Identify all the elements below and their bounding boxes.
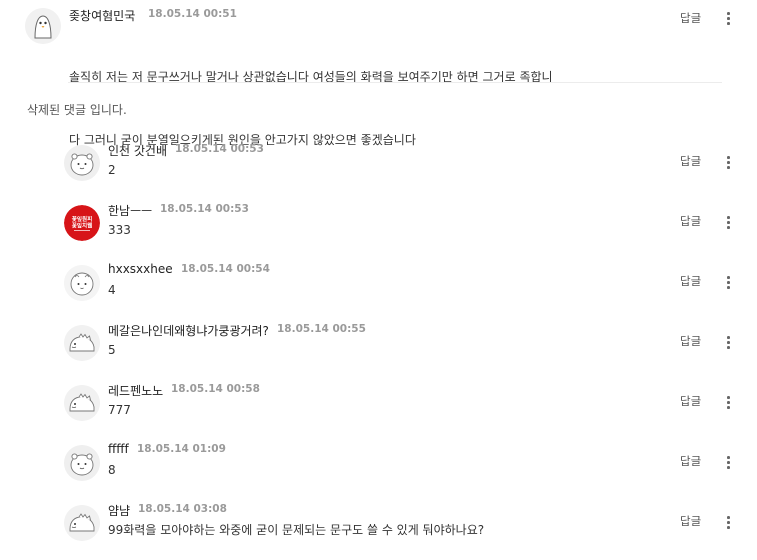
reply-author[interactable]: fffff [108,442,129,456]
more-options-icon[interactable] [722,215,734,229]
avatar-round-face-icon[interactable] [64,265,100,301]
reply-button[interactable]: 답글 [680,153,701,169]
reply-body: 8 [108,463,116,477]
avatar-dino-icon[interactable] [64,385,100,421]
reply-author[interactable]: hxxsxxhee [108,262,173,276]
reply-comment: 얌냠 18.05.14 03:08 99화력을 모아야하는 와중에 굳이 문제되는 … [0,500,757,560]
comment-date: 18.05.14 00:51 [148,8,237,20]
avatar-dino-icon[interactable] [64,325,100,361]
reply-comment: 인천 갓건배 18.05.14 00:53 2 답글 [0,140,757,200]
more-options-icon[interactable] [722,335,734,349]
reply-body: 5 [108,343,116,357]
reply-date: 18.05.14 00:54 [181,263,270,275]
reply-date: 18.05.14 00:58 [171,383,260,395]
reply-button[interactable]: 답글 [680,393,701,409]
avatar-red-badge-icon[interactable]: 꽃잎원피 꽃잎치웹 [64,205,100,241]
reply-date: 18.05.14 01:09 [137,443,226,455]
reply-date: 18.05.14 00:53 [160,203,249,215]
reply-button[interactable]: 답글 [680,10,701,26]
reply-author[interactable]: 인천 갓건배 [108,142,167,159]
top-comment: 좆창여혐민국 18.05.14 00:51 솔직히 저는 저 문구쓰거나 말거나… [0,0,757,147]
reply-body: 99화력을 모아야하는 와중에 굳이 문제되는 문구도 쓸 수 있게 둬야하나요… [108,523,485,537]
avatar-penguin-icon[interactable] [25,8,61,44]
reply-comment: 레드펜노노 18.05.14 00:58 777 답글 [0,380,757,440]
reply-comment: hxxsxxhee 18.05.14 00:54 4 답글 [0,260,757,320]
avatar-dino-icon[interactable] [64,505,100,541]
more-options-icon[interactable] [722,455,734,469]
reply-body: 4 [108,283,116,297]
divider [68,82,722,83]
more-options-icon[interactable] [722,395,734,409]
deleted-comment-notice: 삭제된 댓글 입니다. [27,103,127,117]
more-options-icon[interactable] [722,515,734,529]
more-options-icon[interactable] [722,275,734,289]
comment-body-line: 솔직히 저는 저 문구쓰거나 말거나 상관없습니다 여성들의 화력을 보여주기만… [69,70,553,84]
reply-body: 333 [108,223,131,237]
reply-comment: 꽃잎원피 꽃잎치웹 한남ㅡㅡ 18.05.14 00:53 333 답글 [0,200,757,260]
comment-author[interactable]: 좆창여혐민국 [69,7,135,24]
reply-button[interactable]: 답글 [680,333,701,349]
reply-author[interactable]: 한남ㅡㅡ [108,202,152,219]
reply-date: 18.05.14 00:53 [175,143,264,155]
badge-text: 꽃잎치웹 [72,222,93,230]
more-options-icon[interactable] [722,155,734,169]
avatar-ghost-bear-icon[interactable] [64,445,100,481]
reply-button[interactable]: 답글 [680,213,701,229]
reply-button[interactable]: 답글 [680,273,701,289]
reply-button[interactable]: 답글 [680,453,701,469]
reply-comment: fffff 18.05.14 01:09 8 답글 [0,440,757,500]
badge-text: 꽃잎원피 [72,215,93,223]
reply-button[interactable]: 답글 [680,513,701,529]
reply-author[interactable]: 메갈은나인데왜형냐가쿵광거려? [108,322,269,339]
reply-date: 18.05.14 00:55 [277,323,366,335]
reply-date: 18.05.14 03:08 [138,503,227,515]
reply-author[interactable]: 레드펜노노 [108,382,163,399]
avatar-ghost-bear-icon[interactable] [64,145,100,181]
reply-body: 2 [108,163,116,177]
more-options-icon[interactable] [722,11,734,25]
reply-author[interactable]: 얌냠 [108,502,130,519]
reply-comment: 메갈은나인데왜형냐가쿵광거려? 18.05.14 00:55 5 답글 [0,320,757,380]
reply-body: 777 [108,403,131,417]
